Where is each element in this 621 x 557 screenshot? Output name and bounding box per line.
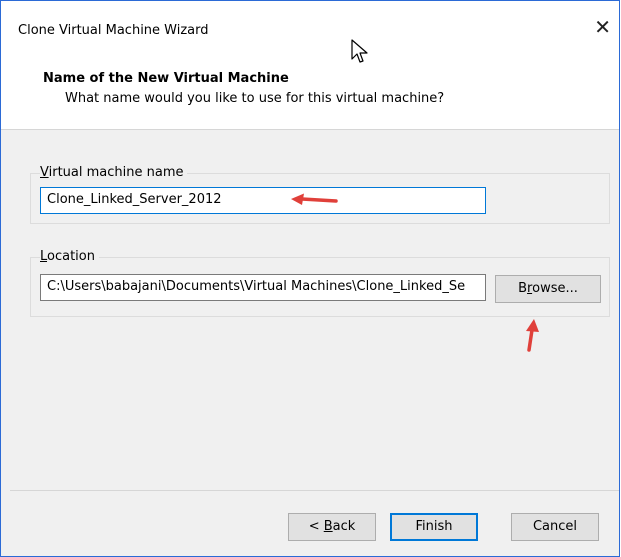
finish-button[interactable]: Finish — [390, 513, 478, 541]
location-label: Location — [40, 249, 99, 264]
vm-name-label: Virtual machine name — [40, 165, 188, 180]
wizard-header: Name of the New Virtual Machine What nam… — [1, 63, 619, 130]
red-arrow-icon — [526, 319, 539, 352]
cancel-button[interactable]: Cancel — [511, 513, 599, 541]
close-icon[interactable]: ✕ — [594, 17, 611, 37]
window-title: Clone Virtual Machine Wizard — [18, 23, 209, 38]
title-bar: Clone Virtual Machine Wizard ✕ — [1, 1, 619, 63]
page-subtitle: What name would you like to use for this… — [65, 91, 445, 106]
location-input[interactable]: C:\Users\babajani\Documents\Virtual Mach… — [40, 274, 486, 301]
location-value: C:\Users\babajani\Documents\Virtual Mach… — [47, 279, 466, 294]
page-title: Name of the New Virtual Machine — [43, 71, 289, 86]
wizard-window: Clone Virtual Machine Wizard ✕ Name of t… — [0, 0, 620, 557]
back-button[interactable]: < Back — [288, 513, 376, 541]
red-arrow-icon — [291, 193, 338, 205]
vm-name-input[interactable]: Clone_Linked_Server_2012 — [40, 187, 486, 214]
footer-divider — [10, 490, 619, 491]
mouse-pointer-icon — [351, 39, 368, 63]
vm-name-value: Clone_Linked_Server_2012 — [47, 192, 222, 207]
browse-button[interactable]: Browse... — [495, 275, 601, 303]
